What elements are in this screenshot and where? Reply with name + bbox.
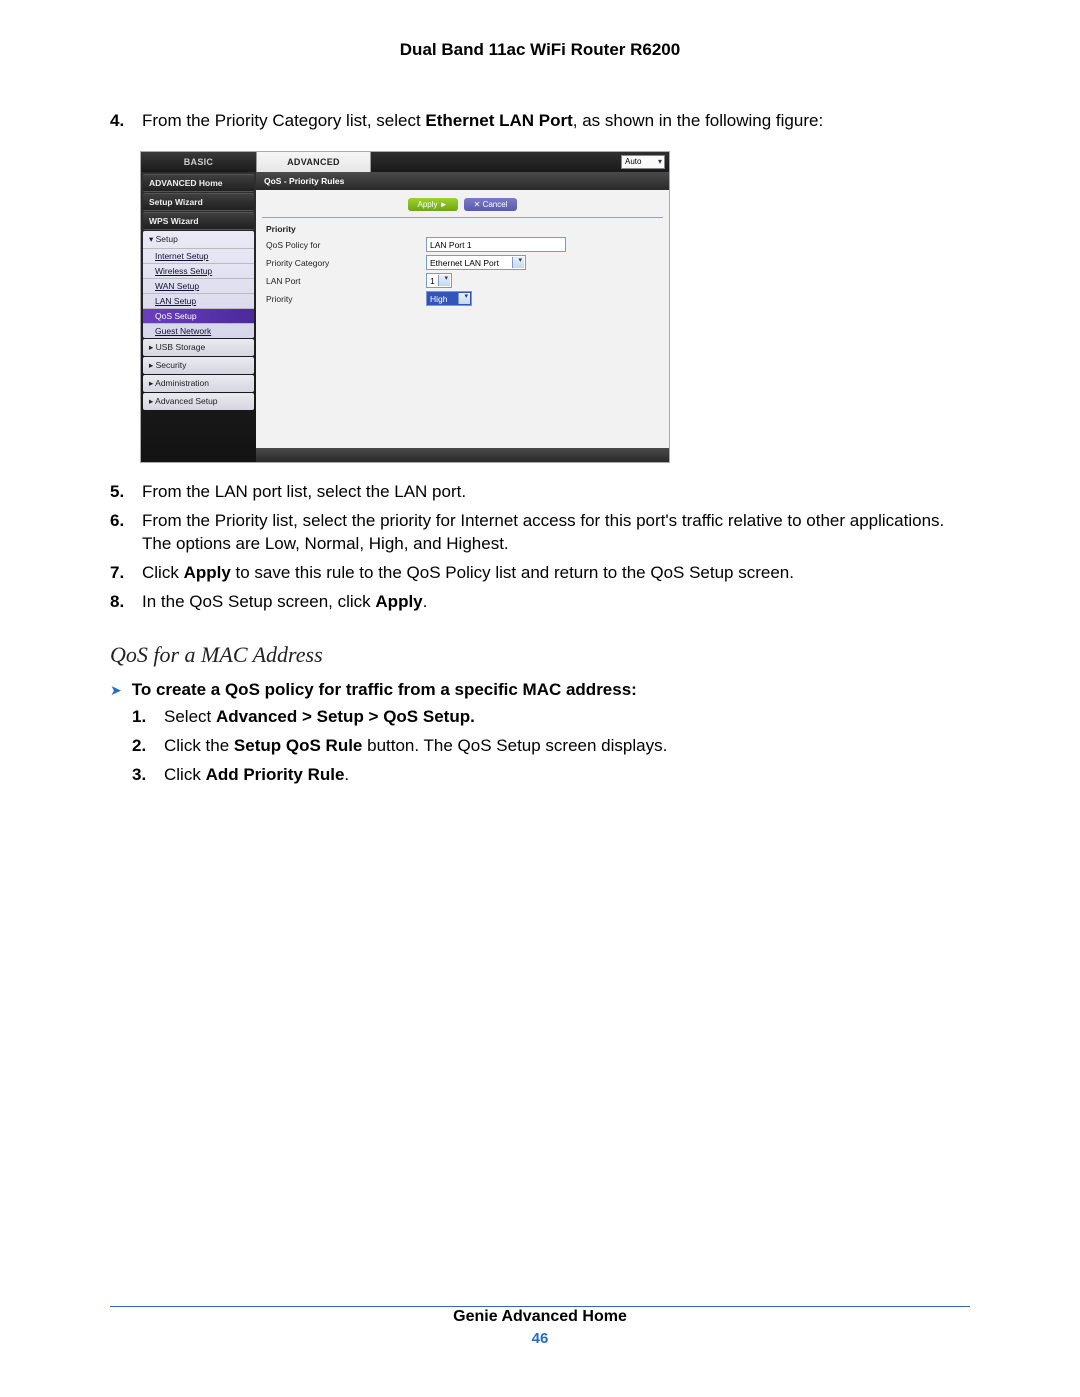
step-number: 5.	[110, 481, 142, 504]
ui-sidebar: ADVANCED Home Setup Wizard WPS Wizard ▾ …	[141, 172, 256, 462]
label-lan-port: LAN Port	[266, 276, 426, 286]
sidebar-item-wan-setup[interactable]: WAN Setup	[143, 278, 254, 293]
procedure-arrow-icon: ➤	[110, 682, 122, 699]
step-number: 2.	[132, 735, 164, 758]
step-text: to save this rule to the QoS Policy list…	[231, 563, 794, 582]
step-text: From the Priority Category list, select	[142, 111, 425, 130]
step-number: 6.	[110, 510, 142, 556]
step-text: From the LAN port list, select the LAN p…	[142, 481, 970, 504]
apply-button[interactable]: Apply ►	[408, 198, 458, 211]
step-number: 3.	[132, 764, 164, 787]
procedure-title: To create a QoS policy for traffic from …	[132, 680, 637, 700]
step-bold: Setup QoS Rule	[234, 736, 362, 755]
tab-advanced[interactable]: ADVANCED	[256, 152, 371, 172]
instruction-list-bottom: 5. From the LAN port list, select the LA…	[110, 481, 970, 614]
step-number: 4.	[110, 110, 142, 133]
cancel-button[interactable]: ✕ Cancel	[464, 198, 518, 211]
sidebar-item-lan-setup[interactable]: LAN Setup	[143, 293, 254, 308]
step-7: 7. Click Apply to save this rule to the …	[110, 562, 970, 585]
procedure-title-line: ➤ To create a QoS policy for traffic fro…	[110, 680, 970, 700]
step-text: Click	[164, 765, 206, 784]
page-number: 46	[0, 1330, 1080, 1347]
sidebar-item-wps-wizard[interactable]: WPS Wizard	[143, 212, 254, 230]
step-5: 5. From the LAN port list, select the LA…	[110, 481, 970, 504]
step-text: button. The QoS Setup screen displays.	[362, 736, 667, 755]
sidebar-group-administration[interactable]: ▸ Administration	[143, 375, 254, 392]
sidebar-item-advanced-home[interactable]: ADVANCED Home	[143, 174, 254, 192]
step-text: Click	[142, 563, 184, 582]
ui-tab-bar: BASIC ADVANCED Auto	[141, 152, 669, 172]
ui-footer-bar	[256, 448, 669, 462]
label-policy-for: QoS Policy for	[266, 240, 426, 250]
step-text: .	[423, 592, 428, 611]
select-priority[interactable]: High	[426, 291, 472, 306]
sidebar-item-wireless-setup[interactable]: Wireless Setup	[143, 263, 254, 278]
sidebar-group-security[interactable]: ▸ Security	[143, 357, 254, 374]
footer-label: Genie Advanced Home	[0, 1308, 1080, 1326]
sidebar-item-setup-wizard[interactable]: Setup Wizard	[143, 193, 254, 211]
step-number: 1.	[132, 706, 164, 729]
instruction-list-top: 4. From the Priority Category list, sele…	[110, 110, 970, 133]
step-4: 4. From the Priority Category list, sele…	[110, 110, 970, 133]
sidebar-group-advanced-setup[interactable]: ▸ Advanced Setup	[143, 393, 254, 410]
sidebar-item-internet-setup[interactable]: Internet Setup	[143, 248, 254, 263]
sidebar-group-setup[interactable]: ▾ Setup	[143, 231, 254, 248]
select-category[interactable]: Ethernet LAN Port	[426, 255, 526, 270]
step-bold: Ethernet LAN Port	[425, 111, 572, 130]
step-8: 8. In the QoS Setup screen, click Apply.	[110, 591, 970, 614]
priority-form: QoS Policy for Priority Category Etherne…	[256, 236, 669, 308]
select-lan-port[interactable]: 1	[426, 273, 452, 288]
section-label: Priority	[256, 218, 669, 236]
proc-step-3: 3. Click Add Priority Rule.	[132, 764, 970, 787]
step-6: 6. From the Priority list, select the pr…	[110, 510, 970, 556]
step-text: In the QoS Setup screen, click	[142, 592, 375, 611]
step-text: .	[344, 765, 349, 784]
label-priority: Priority	[266, 294, 426, 304]
step-bold: Apply	[184, 563, 231, 582]
refresh-select[interactable]: Auto	[621, 155, 665, 169]
footer-rule	[110, 1306, 970, 1307]
proc-step-1: 1. Select Advanced > Setup > QoS Setup.	[132, 706, 970, 729]
input-policy-for[interactable]	[426, 237, 566, 252]
router-ui-screenshot: BASIC ADVANCED Auto ADVANCED Home Setup …	[140, 151, 970, 463]
sidebar-item-guest-network[interactable]: Guest Network	[143, 323, 254, 338]
step-bold: Advanced > Setup > QoS Setup.	[216, 707, 475, 726]
step-text: Select	[164, 707, 216, 726]
step-number: 7.	[110, 562, 142, 585]
sub-heading: QoS for a MAC Address	[110, 642, 970, 668]
page-footer: Genie Advanced Home 46	[0, 1308, 1080, 1347]
step-text: Click the	[164, 736, 234, 755]
step-text: , as shown in the following figure:	[573, 111, 823, 130]
proc-step-2: 2. Click the Setup QoS Rule button. The …	[132, 735, 970, 758]
procedure-steps: 1. Select Advanced > Setup > QoS Setup. …	[132, 706, 970, 787]
ui-toolbar: Apply ► ✕ Cancel	[262, 190, 663, 218]
step-bold: Add Priority Rule	[206, 765, 345, 784]
step-number: 8.	[110, 591, 142, 614]
tab-basic[interactable]: BASIC	[141, 152, 256, 172]
label-category: Priority Category	[266, 258, 426, 268]
page-title: Dual Band 11ac WiFi Router R6200	[110, 40, 970, 60]
step-bold: Apply	[375, 592, 422, 611]
sidebar-group-usb[interactable]: ▸ USB Storage	[143, 339, 254, 356]
step-text: From the Priority list, select the prior…	[142, 510, 970, 556]
breadcrumb: QoS - Priority Rules	[256, 172, 669, 190]
sidebar-item-qos-setup[interactable]: QoS Setup	[143, 308, 254, 323]
